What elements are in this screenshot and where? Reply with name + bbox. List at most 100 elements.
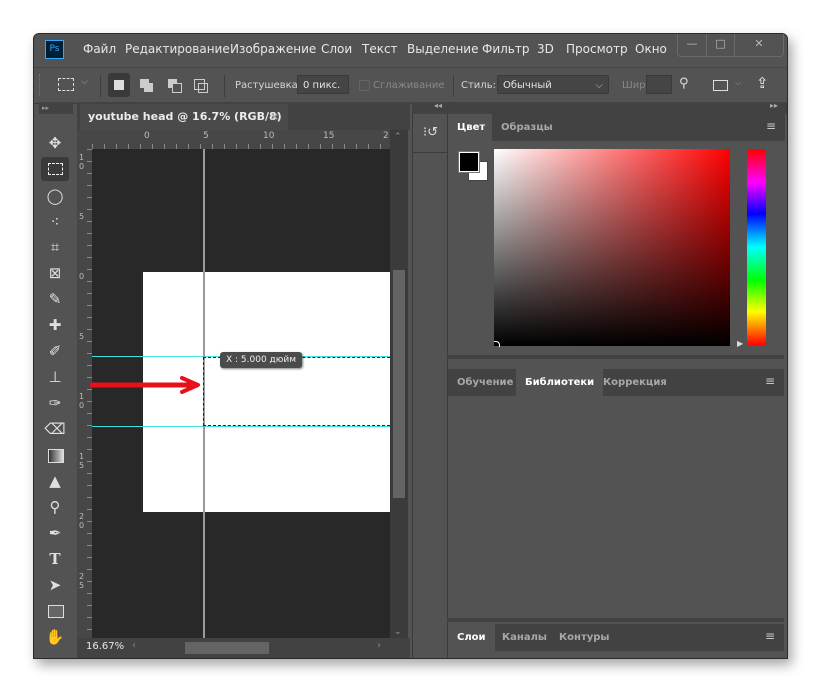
panel-divider (447, 355, 784, 359)
rectangle-tool-icon[interactable] (41, 599, 69, 623)
subtract-from-selection-icon[interactable] (168, 79, 182, 93)
panel-menu-icon[interactable]: ≡ (766, 119, 776, 133)
add-to-selection-icon[interactable] (140, 79, 149, 88)
horizontal-scroll-thumb[interactable] (185, 642, 269, 654)
style-select[interactable]: Обычный ⌵ (497, 75, 609, 94)
panel-menu-icon[interactable]: ≡ (765, 374, 775, 388)
close-window-button[interactable]: ✕ (735, 34, 783, 56)
ruler-label: 10 (263, 131, 275, 141)
tab-adjustments[interactable]: Коррекция (594, 369, 676, 396)
workspace-icon[interactable] (713, 80, 728, 91)
divider (453, 75, 454, 97)
style-value: Обычный (503, 80, 552, 91)
menu-select[interactable]: Выделение (407, 42, 478, 56)
path-selection-tool-icon[interactable]: ➤ (41, 573, 69, 597)
healing-brush-tool-icon[interactable]: ✚ (41, 313, 69, 337)
intersect-selection-icon[interactable] (194, 79, 208, 93)
ruler-label: 5 (79, 332, 85, 341)
guide-horizontal[interactable] (92, 426, 390, 427)
clone-stamp-tool-icon[interactable]: ⊥ (41, 365, 69, 389)
tab-libraries[interactable]: Библиотеки (516, 369, 604, 396)
chevron-down-icon: ⌵ (595, 80, 603, 91)
menu-file[interactable]: Файл (83, 42, 116, 56)
marquee-preset-icon[interactable] (58, 78, 74, 91)
hue-slider[interactable] (747, 149, 766, 345)
brush-tool-icon[interactable]: ✐ (41, 339, 69, 363)
share-icon[interactable]: ⇪ (756, 74, 769, 92)
tab-color[interactable]: Цвет (448, 114, 492, 141)
pen-tool-icon[interactable]: ✒ (41, 521, 69, 545)
scroll-down-icon[interactable]: ⌄ (394, 627, 402, 637)
options-grip[interactable] (39, 74, 43, 96)
eyedropper-tool-icon[interactable]: ✎ (41, 287, 69, 311)
collapse-left-icon[interactable]: ◂◂ (434, 101, 442, 110)
chevron-down-icon[interactable]: ⌵ (735, 78, 741, 88)
new-selection-button[interactable] (108, 73, 130, 97)
horizontal-ruler[interactable]: 0 5 10 15 2 (92, 130, 392, 150)
ruler-label: 0 (144, 131, 150, 141)
tab-layers[interactable]: Слои (448, 624, 495, 651)
history-panel-icon[interactable]: ⁝↺ (423, 125, 438, 140)
scroll-left-icon[interactable]: ‹ (132, 640, 136, 651)
toolbar-collapse[interactable]: ▸▸ (39, 102, 73, 114)
menu-image[interactable]: Изображение (230, 42, 316, 56)
menu-3d[interactable]: 3D (537, 42, 554, 56)
scroll-right-icon[interactable]: › (377, 640, 381, 651)
position-tooltip: X : 5.000 дюйм (220, 352, 302, 368)
vertical-scroll-thumb[interactable] (393, 270, 405, 498)
maximize-button[interactable]: □ (707, 34, 735, 56)
expand-right-icon[interactable]: ▸▸ (770, 101, 778, 110)
menu-filter[interactable]: Фильтр (482, 42, 529, 56)
tab-channels[interactable]: Каналы (493, 624, 556, 651)
document-tab[interactable]: youtube head @ 16.7% (RGB/8) * × (80, 104, 288, 149)
antialias-checkbox[interactable] (359, 80, 370, 91)
eraser-tool-icon[interactable]: ⌫ (41, 417, 69, 441)
ruler-label: 2 5 (79, 572, 85, 590)
menu-text[interactable]: Текст (362, 42, 398, 56)
layers-panel-tabs: Слои Каналы Контуры ≡ (448, 624, 784, 651)
close-tab-icon[interactable]: × (270, 104, 279, 130)
blur-tool-icon[interactable]: ▲ (41, 469, 69, 493)
dodge-tool-icon[interactable]: ⚲ (41, 495, 69, 519)
chevron-down-icon[interactable]: ⌵ (81, 77, 88, 87)
hand-tool-icon[interactable]: ✋ (41, 625, 69, 649)
menu-window[interactable]: Окно (635, 42, 667, 56)
move-tool-icon[interactable]: ✥ (41, 131, 69, 155)
red-arrow-annotation (90, 376, 200, 394)
gradient-tool-icon[interactable] (41, 443, 69, 467)
color-picker-marker[interactable] (494, 341, 500, 347)
foreground-color-swatch[interactable] (458, 151, 480, 173)
zoom-level[interactable]: 16.67% (86, 641, 124, 652)
hue-slider-handle[interactable]: ▶ (737, 339, 743, 348)
lasso-tool-icon[interactable]: ◯ (41, 184, 69, 208)
menu-edit[interactable]: Редактирование (125, 42, 230, 56)
history-brush-tool-icon[interactable]: ✑ (41, 391, 69, 415)
ps-logo: Ps (45, 40, 64, 59)
minimize-button[interactable]: — (678, 34, 707, 56)
panel-menu-icon[interactable]: ≡ (765, 629, 775, 643)
new-selection-icon (114, 80, 124, 90)
tab-swatches[interactable]: Образцы (492, 114, 562, 141)
search-icon[interactable]: ⚲ (679, 76, 689, 91)
ruler-label: 5 (79, 212, 85, 221)
type-tool-icon[interactable]: T (41, 547, 69, 571)
scroll-up-icon[interactable]: ⌃ (394, 132, 402, 142)
rectangular-marquee-tool-icon[interactable] (41, 157, 69, 181)
ruler-label: 5 (203, 131, 209, 141)
tab-paths[interactable]: Контуры (550, 624, 618, 651)
ruler-origin[interactable] (77, 130, 92, 149)
tab-learn[interactable]: Обучение (448, 369, 522, 396)
color-field[interactable] (494, 149, 730, 346)
frame-tool-icon[interactable]: ⊠ (41, 261, 69, 285)
menu-view[interactable]: Просмотр (566, 42, 628, 56)
divider (413, 152, 447, 153)
vertical-ruler[interactable]: 1 0 5 0 5 1 0 1 5 2 0 2 5 (77, 149, 92, 639)
menu-layers[interactable]: Слои (321, 42, 352, 56)
quick-selection-tool-icon[interactable]: ⁖ (41, 210, 69, 234)
ruler-label: 2 0 (79, 512, 85, 530)
options-bar: ⌵ Растушевка: 0 пикс. Сглаживание Стиль:… (34, 67, 787, 104)
crop-tool-icon[interactable]: ⌗ (41, 235, 69, 259)
feather-input[interactable]: 0 пикс. (297, 75, 349, 94)
divider (224, 75, 225, 97)
width-input[interactable] (646, 75, 672, 94)
